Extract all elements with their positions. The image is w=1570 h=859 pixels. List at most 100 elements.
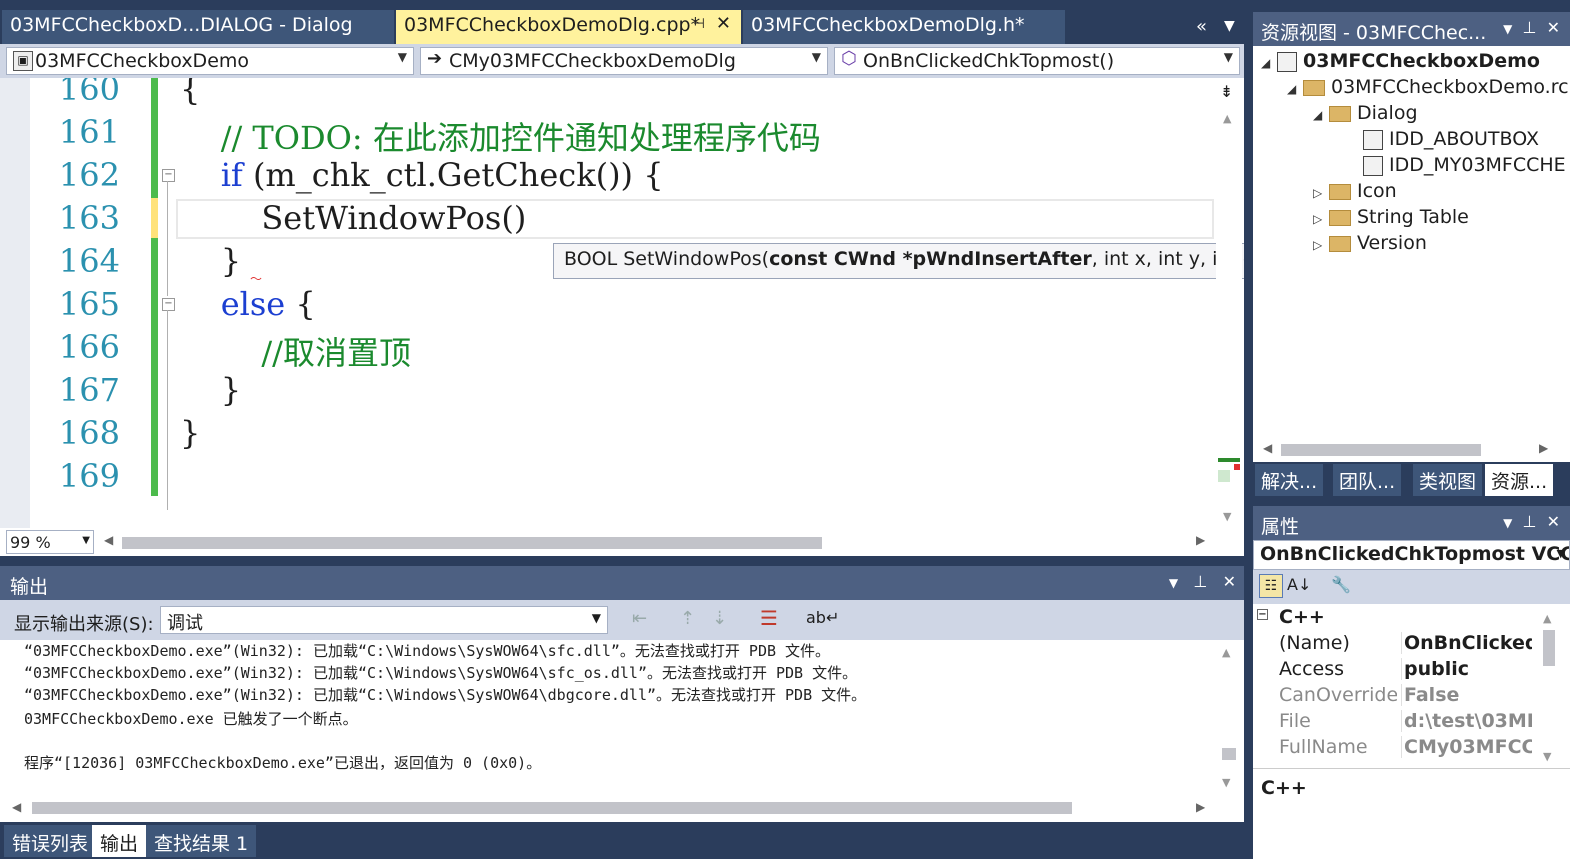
clear-all-icon[interactable]: ☰ [760, 606, 778, 630]
scroll-down-icon[interactable]: ▼ [1222, 776, 1230, 789]
tab-team-explorer[interactable]: 团队... [1333, 464, 1402, 496]
scroll-down-icon[interactable]: ▼ [1543, 750, 1551, 763]
output-line: “03MFCCheckboxDemo.exe”(Win32): 已加载“C:\W… [24, 642, 831, 660]
member-combo[interactable]: ⬡ OnBnClickedChkTopmost() ▼ [834, 47, 1240, 75]
goto-line-icon[interactable]: ⇤ [632, 608, 647, 629]
tab-resource-view[interactable]: 资源... [1485, 464, 1554, 496]
zoom-combo[interactable]: 99 % ▼ [6, 530, 94, 554]
pin-icon[interactable]: ⊥ [1522, 18, 1536, 37]
tree-node-dialog[interactable]: ◢ Dialog [1313, 102, 1418, 124]
property-name: (Name) [1279, 632, 1350, 654]
expanded-icon[interactable]: ◢ [1261, 56, 1277, 70]
property-row[interactable]: File d:\test\03MFC [1253, 710, 1539, 736]
tab-dialog-designer[interactable]: 03MFCCheckboxD...DIALOG - Dialog [2, 10, 394, 44]
chevron-down-icon[interactable]: ▼ [1224, 50, 1233, 64]
close-icon[interactable]: ✕ [716, 13, 731, 34]
zoom-value: 99 % [10, 533, 51, 552]
chevron-down-icon[interactable]: ▼ [398, 50, 407, 64]
property-pages-icon[interactable]: 🔧 [1331, 575, 1351, 594]
scroll-up-icon[interactable]: ▲ [1223, 112, 1231, 125]
close-icon[interactable]: ✕ [1547, 18, 1560, 37]
scroll-right-icon[interactable]: ▶ [1196, 533, 1205, 547]
scroll-right-icon[interactable]: ▶ [1539, 441, 1548, 455]
dropdown-icon[interactable]: ▼ [1503, 22, 1512, 36]
properties-grid[interactable]: − C++ (Name) OnBnClickedC Access public … [1253, 604, 1570, 768]
property-row[interactable]: CanOverride False [1253, 684, 1539, 710]
output-text-area[interactable]: “03MFCCheckboxDemo.exe”(Win32): 已加载“C:\W… [0, 640, 1244, 822]
expanded-icon[interactable]: ◢ [1287, 82, 1303, 96]
split-icon[interactable]: ⇟ [1220, 82, 1233, 101]
scroll-marker [1218, 470, 1230, 482]
tab-error-list[interactable]: 错误列表 [4, 825, 97, 857]
property-description: C++ [1253, 768, 1570, 859]
alphabetical-icon[interactable]: A↓ [1287, 575, 1311, 594]
output-source-select[interactable]: 调试 ▼ [160, 606, 608, 634]
collapsed-icon[interactable]: ▷ [1313, 212, 1329, 226]
line-number: 165 [58, 285, 120, 323]
output-hscroll-thumb[interactable] [32, 802, 1072, 814]
scroll-right-icon[interactable]: ▶ [1196, 800, 1205, 814]
fold-toggle-icon[interactable]: − [162, 169, 175, 182]
code-editor[interactable]: 160 161 162 163 164 165 166 167 168 169 … [0, 78, 1244, 556]
fold-toggle-icon[interactable]: − [162, 298, 175, 311]
tab-output[interactable]: 输出 [92, 825, 147, 857]
scroll-left-icon[interactable]: ◀ [12, 800, 21, 814]
tab-class-view[interactable]: 类视图 [1413, 464, 1483, 496]
line-number: 163 [58, 199, 120, 237]
tab-cpp-file[interactable]: 03MFCCheckboxDemoDlg.cpp* ⊣ ✕ [396, 10, 741, 44]
output-vscroll-thumb[interactable] [1222, 748, 1236, 760]
project-combo[interactable]: ▣ 03MFCCheckboxDemo ▼ [6, 47, 414, 75]
tab-label: 查找结果 1 [154, 833, 249, 855]
word-wrap-icon[interactable]: ab↵ [806, 608, 839, 627]
tab-header-file[interactable]: 03MFCCheckboxDemoDlg.h* [743, 10, 1065, 44]
resource-tree[interactable]: ◢ 03MFCCheckboxDemo ◢ 03MFCCheckboxDemo.rc… [1253, 46, 1570, 436]
close-icon[interactable]: ✕ [1223, 572, 1236, 591]
pin-icon[interactable]: ⊣ [693, 16, 705, 32]
dropdown-icon[interactable]: ▼ [1503, 516, 1512, 530]
error-squiggle: ～ [250, 272, 263, 286]
properties-object-combo[interactable]: OnBnClickedChkTopmost VCC ▼ [1253, 540, 1570, 570]
collapsed-icon[interactable]: ▷ [1313, 238, 1329, 252]
editor-hscroll-thumb[interactable] [122, 537, 822, 549]
collapsed-icon[interactable]: ▷ [1313, 186, 1329, 200]
tree-node-icon[interactable]: ▷ Icon [1313, 180, 1397, 202]
chevron-down-icon[interactable]: ▼ [812, 50, 821, 64]
chevron-down-icon[interactable]: ▼ [1557, 547, 1565, 560]
expanded-icon[interactable]: ◢ [1313, 108, 1329, 122]
tree-node-main-dialog[interactable]: IDD_MY03MFCCHE [1363, 154, 1566, 176]
tree-node-rc[interactable]: ◢ 03MFCCheckboxDemo.rc [1287, 76, 1569, 98]
pin-icon[interactable]: ⊥ [1522, 512, 1536, 531]
chevron-down-icon[interactable]: ▼ [592, 611, 601, 625]
property-row[interactable]: FullName CMy03MFCCh [1253, 736, 1539, 762]
scroll-up-icon[interactable]: ▲ [1222, 646, 1230, 659]
chevron-down-icon[interactable]: ▼ [82, 535, 90, 546]
previous-message-icon[interactable]: ⇡ [680, 608, 695, 629]
resource-hscroll[interactable]: ◀ ▶ [1253, 436, 1570, 462]
tab-dropdown-icon[interactable]: ▼ [1224, 18, 1235, 34]
scroll-down-icon[interactable]: ▼ [1223, 510, 1231, 523]
scroll-left-icon[interactable]: ◀ [1263, 441, 1272, 455]
editor-vertical-scrollbar[interactable]: ⇟ ▲ ▼ [1216, 78, 1242, 528]
tree-node-project[interactable]: ◢ 03MFCCheckboxDemo [1261, 50, 1540, 72]
tab-find-results[interactable]: 查找结果 1 [146, 825, 257, 857]
next-message-icon[interactable]: ⇣ [712, 608, 727, 629]
tree-node-aboutbox[interactable]: IDD_ABOUTBOX [1363, 128, 1539, 150]
scroll-tabs-icon[interactable]: « [1196, 16, 1207, 37]
tree-node-version[interactable]: ▷ Version [1313, 232, 1427, 254]
scroll-left-icon[interactable]: ◀ [104, 533, 113, 547]
property-row[interactable]: (Name) OnBnClickedC [1253, 632, 1539, 658]
pin-icon[interactable]: ⊥ [1193, 572, 1207, 591]
resource-hscroll-thumb[interactable] [1281, 444, 1481, 456]
class-combo[interactable]: ➔ CMy03MFCCheckboxDemoDlg ▼ [420, 47, 828, 75]
collapse-icon[interactable]: − [1257, 609, 1268, 620]
scroll-up-icon[interactable]: ▲ [1543, 612, 1551, 625]
tab-solution-explorer[interactable]: 解决... [1255, 464, 1324, 496]
dropdown-icon[interactable]: ▼ [1169, 576, 1178, 590]
property-row[interactable]: Access public [1253, 658, 1539, 684]
categorized-icon[interactable]: ☷ [1259, 574, 1283, 598]
keyword-else: else [220, 285, 286, 323]
properties-vscroll-thumb[interactable] [1543, 630, 1555, 666]
property-category[interactable]: − C++ [1253, 606, 1539, 632]
tree-node-string-table[interactable]: ▷ String Table [1313, 206, 1469, 228]
close-icon[interactable]: ✕ [1547, 512, 1560, 531]
